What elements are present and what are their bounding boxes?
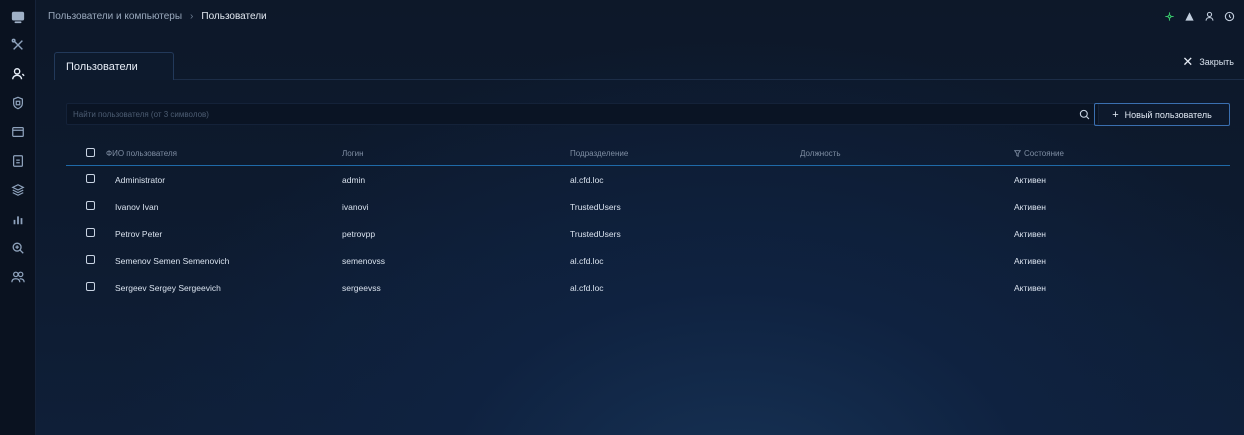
cell-login: admin xyxy=(342,174,366,185)
header-position[interactable]: Должность xyxy=(800,149,841,158)
network-icon[interactable] xyxy=(1162,9,1176,23)
top-bar: Пользователи и компьютеры › Пользователи xyxy=(36,0,1244,32)
breadcrumb-parent[interactable]: Пользователи и компьютеры xyxy=(48,11,182,22)
table-row[interactable]: Administrator admin al.cfd.loc Активен xyxy=(66,166,1230,193)
cell-state: Активен xyxy=(1014,174,1046,185)
close-button-label: Закрыть xyxy=(1199,57,1234,67)
select-all-checkbox[interactable] xyxy=(86,148,95,159)
cell-state: Активен xyxy=(1014,228,1046,239)
table-row[interactable]: Petrov Peter petrovpp TrustedUsers Актив… xyxy=(66,220,1230,247)
header-fio[interactable]: ФИО пользователя xyxy=(106,149,177,158)
header-state-wrap[interactable]: Состояние xyxy=(1013,149,1064,158)
user-alert-icon[interactable] xyxy=(1182,9,1196,23)
table-body: Administrator admin al.cfd.loc Активен I… xyxy=(66,166,1230,301)
cell-login: petrovpp xyxy=(342,228,376,239)
header-login[interactable]: Логин xyxy=(342,149,364,158)
filter-icon[interactable] xyxy=(1013,149,1022,158)
main-content: Пользователи и компьютеры › Пользователи xyxy=(36,0,1244,435)
tab-users[interactable]: Пользователи xyxy=(54,52,174,80)
search-input[interactable] xyxy=(67,109,1074,119)
window-icon[interactable] xyxy=(0,117,36,146)
row-checkbox[interactable] xyxy=(86,201,95,212)
cell-dept: al.cfd.loc xyxy=(570,282,604,293)
bar-chart-icon[interactable] xyxy=(0,204,36,233)
breadcrumb-current: Пользователи xyxy=(201,10,267,22)
cell-dept: al.cfd.loc xyxy=(570,174,604,185)
table-row[interactable]: Semenov Semen Semenovich semenovss al.cf… xyxy=(66,247,1230,274)
cell-state: Активен xyxy=(1014,255,1046,266)
tools-icon[interactable] xyxy=(0,30,36,59)
row-checkbox[interactable] xyxy=(86,174,95,185)
header-dept[interactable]: Подразделение xyxy=(570,149,628,158)
document-icon[interactable] xyxy=(0,146,36,175)
plus-icon: + xyxy=(1112,108,1119,121)
user-icon[interactable] xyxy=(0,59,36,88)
search-icon[interactable] xyxy=(1074,104,1094,124)
app-logo-icon[interactable] xyxy=(0,4,36,30)
cell-dept: al.cfd.loc xyxy=(570,255,604,266)
top-icons xyxy=(1162,9,1236,23)
row-checkbox[interactable] xyxy=(86,228,95,239)
close-button[interactable]: ✕ Закрыть xyxy=(1182,54,1234,69)
table-row[interactable]: Ivanov Ivan ivanovi TrustedUsers Активен xyxy=(66,193,1230,220)
cell-state: Активен xyxy=(1014,282,1046,293)
new-user-button-label: Новый пользователь xyxy=(1124,109,1212,120)
cell-fio: Petrov Peter xyxy=(115,228,163,239)
tab-users-label: Пользователи xyxy=(66,60,138,73)
row-checkbox[interactable] xyxy=(86,282,95,293)
layers-icon[interactable] xyxy=(0,175,36,204)
cell-dept: TrustedUsers xyxy=(570,228,621,239)
cell-login: semenovss xyxy=(342,255,385,266)
table-header: ФИО пользователя Логин Подразделение Дол… xyxy=(66,142,1230,166)
cell-fio: Sergeev Sergey Sergeevich xyxy=(115,282,221,293)
header-state: Состояние xyxy=(1024,149,1064,158)
breadcrumb: Пользователи и компьютеры › Пользователи xyxy=(48,11,267,22)
profile-icon[interactable] xyxy=(1202,9,1216,23)
users-icon[interactable] xyxy=(0,262,36,291)
cell-fio: Semenov Semen Semenovich xyxy=(115,255,230,266)
tab-bar: Пользователи ✕ Закрыть xyxy=(54,32,1244,80)
close-icon: ✕ xyxy=(1182,54,1194,69)
table-row[interactable]: Sergeev Sergey Sergeevich sergeevss al.c… xyxy=(66,274,1230,301)
help-icon[interactable] xyxy=(1222,9,1236,23)
breadcrumb-separator: › xyxy=(190,10,194,22)
users-table: ФИО пользователя Логин Подразделение Дол… xyxy=(66,142,1230,301)
sidebar xyxy=(0,0,36,435)
cell-fio: Ivanov Ivan xyxy=(115,201,159,212)
app-window: Пользователи и компьютеры › Пользователи xyxy=(0,0,1244,435)
search-box xyxy=(66,103,1099,125)
cell-dept: TrustedUsers xyxy=(570,201,621,212)
cell-login: sergeevss xyxy=(342,282,381,293)
row-checkbox[interactable] xyxy=(86,255,95,266)
zoom-icon[interactable] xyxy=(0,233,36,262)
cell-fio: Administrator xyxy=(115,174,166,185)
new-user-button[interactable]: + Новый пользователь xyxy=(1094,103,1230,126)
toolbar: + Новый пользователь xyxy=(36,80,1244,126)
badge-icon[interactable] xyxy=(0,88,36,117)
cell-login: ivanovi xyxy=(342,201,369,212)
cell-state: Активен xyxy=(1014,201,1046,212)
